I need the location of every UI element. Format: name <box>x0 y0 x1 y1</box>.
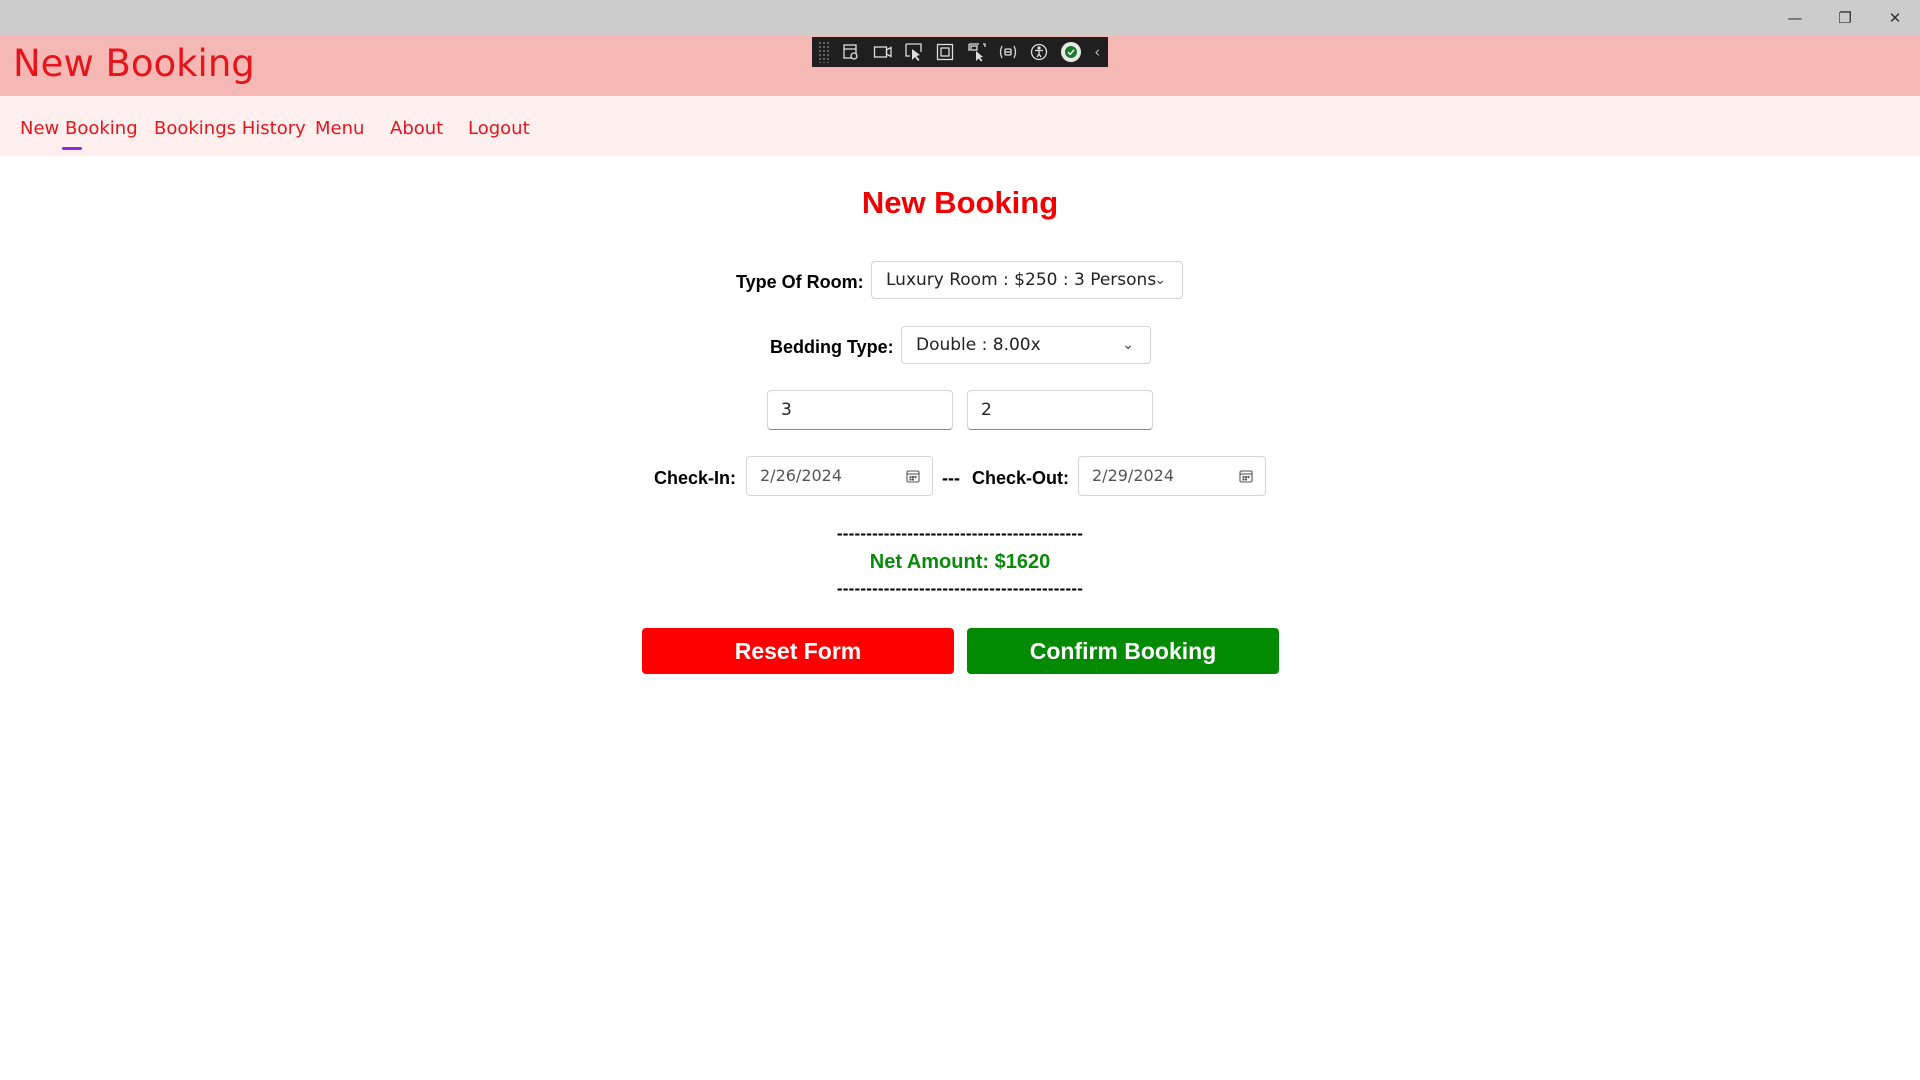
calendar-icon <box>906 470 920 483</box>
room-type-value: Luxury Room : $250 : 3 Persons <box>886 270 1157 290</box>
chevron-down-icon: ⌄ <box>1154 272 1166 288</box>
divider-top: ----------------------------------------… <box>836 524 1084 543</box>
nav-item-logout[interactable]: Logout <box>468 118 530 139</box>
room-type-dropdown[interactable]: Luxury Room : $250 : 3 Persons ⌄ <box>871 261 1183 299</box>
app-title: New Booking <box>13 42 255 85</box>
nav-item-new-booking[interactable]: New Booking <box>20 118 138 139</box>
close-icon: ✕ <box>1888 9 1902 27</box>
nav-item-about[interactable]: About <box>390 118 443 139</box>
calendar-icon <box>1239 470 1253 483</box>
select-element-button[interactable] <box>898 38 929 66</box>
page-title: New Booking <box>861 185 1059 220</box>
binding-failures-icon <box>999 45 1017 59</box>
restore-button[interactable]: ❐ <box>1820 0 1870 36</box>
divider-bottom: ----------------------------------------… <box>836 579 1084 598</box>
close-button[interactable]: ✕ <box>1870 0 1920 36</box>
live-visual-tree-icon <box>843 44 859 60</box>
window-title-bar: — ❐ ✕ <box>0 0 1920 36</box>
confirm-booking-button[interactable]: Confirm Booking <box>967 628 1279 674</box>
date-separator: --- <box>942 468 960 488</box>
nav-bar: New Booking Bookings History Menu About … <box>0 96 1920 156</box>
check-out-label: Check-Out: <box>972 468 1070 488</box>
check-out-value: 2/29/2024 <box>1092 466 1175 485</box>
layout-adorners-button[interactable] <box>930 38 961 66</box>
check-in-value: 2/26/2024 <box>760 466 843 485</box>
check-in-label: Check-In: <box>654 468 737 488</box>
active-tab-indicator <box>62 147 82 150</box>
toolbar-grip-icon[interactable] <box>818 41 830 63</box>
select-element-icon <box>905 43 922 61</box>
restore-icon: ❐ <box>1838 9 1852 27</box>
track-focus-icon <box>968 43 986 62</box>
bedding-type-label: Bedding Type: <box>770 337 894 357</box>
record-icon <box>873 46 892 58</box>
display-layout-adorners-icon <box>937 43 954 61</box>
room-type-label: Type Of Room: <box>736 272 864 292</box>
accessibility-icon <box>1031 43 1048 61</box>
bedding-type-dropdown[interactable]: Double : 8.00x ⌄ <box>901 326 1151 364</box>
debug-toolbar: ‹ <box>812 37 1108 67</box>
nav-item-bookings-history[interactable]: Bookings History <box>154 118 306 139</box>
count-input-a[interactable]: 3 <box>767 390 953 430</box>
minimize-icon: — <box>1787 9 1803 27</box>
nav-item-menu[interactable]: Menu <box>315 118 364 139</box>
bedding-type-value: Double : 8.00x <box>916 335 1041 355</box>
binding-failures-button[interactable] <box>992 38 1023 66</box>
hot-reload-ok-icon <box>1060 42 1081 62</box>
hot-reload-status-button[interactable] <box>1055 38 1086 66</box>
reset-form-button[interactable]: Reset Form <box>642 628 954 674</box>
accessibility-button[interactable] <box>1024 38 1055 66</box>
window-controls: — ❐ ✕ <box>1770 0 1920 36</box>
record-button[interactable] <box>867 38 898 66</box>
collapse-toolbar-button[interactable]: ‹ <box>1087 43 1109 61</box>
check-in-date-picker[interactable]: 2/26/2024 <box>746 456 933 496</box>
check-out-date-picker[interactable]: 2/29/2024 <box>1078 456 1266 496</box>
minimize-button[interactable]: — <box>1770 0 1820 36</box>
chevron-down-icon: ⌄ <box>1122 337 1134 353</box>
track-focus-button[interactable] <box>961 38 992 66</box>
count-input-b[interactable]: 2 <box>967 390 1153 430</box>
net-amount: Net Amount: $1620 <box>869 551 1051 573</box>
live-visual-tree-button[interactable] <box>836 38 867 66</box>
